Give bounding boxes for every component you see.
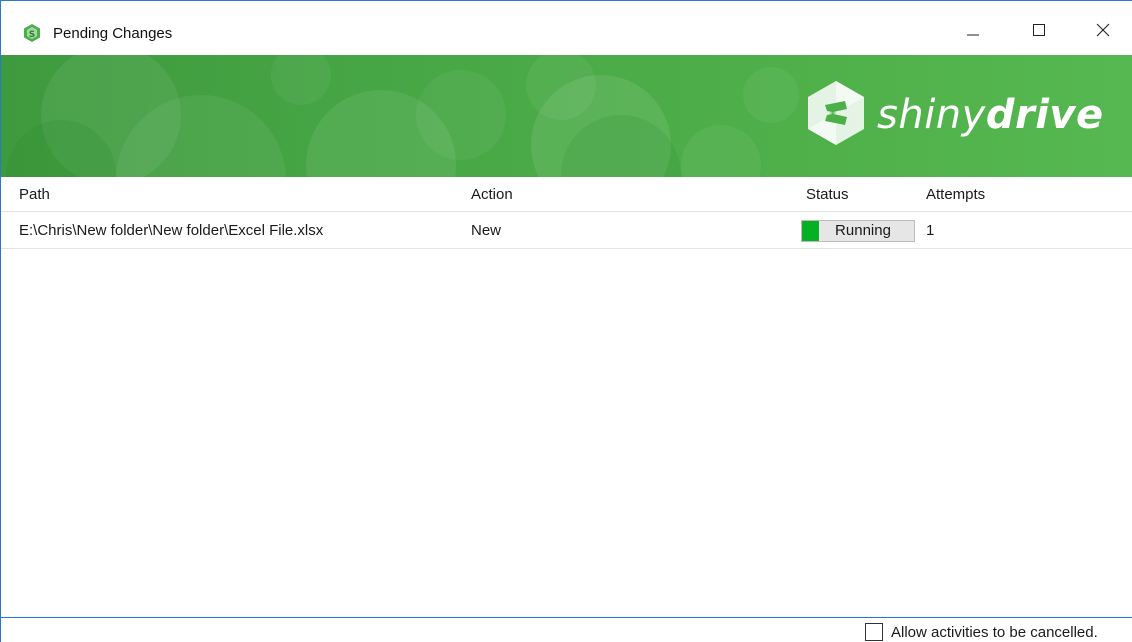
column-header-attempts[interactable]: Attempts [926,186,985,204]
brand-wordmark: shinydrive [877,93,1104,137]
cell-action: New [471,222,502,239]
footer-divider [1,617,1132,618]
shinydrive-logo-icon [805,79,867,147]
close-button[interactable] [1080,12,1126,52]
title-bar[interactable]: S Pending Changes [1,1,1132,55]
svg-text:S: S [29,30,35,40]
close-icon [1096,23,1110,41]
brand-banner: shinydrive [1,55,1132,177]
window-title: Pending Changes [53,25,173,42]
status-progress-bar: Running [801,220,915,242]
minimize-icon [966,23,980,41]
brand-wordmark-light: shiny [877,92,986,138]
status-label: Running [835,222,891,239]
shinydrive-app-icon: S [22,23,42,43]
allow-cancel-label[interactable]: Allow activities to be cancelled. [891,624,1098,642]
maximize-icon [1032,23,1046,41]
pending-changes-window: S Pending Changes shinydrive Path Action… [0,0,1132,642]
maximize-button[interactable] [1016,12,1062,52]
pending-changes-table: Path Action Status Attempts E:\Chris\New… [1,177,1132,617]
column-header-status[interactable]: Status [806,186,849,204]
brand-wordmark-bold: drive [985,92,1104,138]
table-header: Path Action Status Attempts [1,177,1132,212]
column-header-action[interactable]: Action [471,186,513,204]
allow-cancel-checkbox[interactable] [865,623,883,641]
table-row[interactable]: E:\Chris\New folder\New folder\Excel Fil… [1,213,1132,249]
cell-path: E:\Chris\New folder\New folder\Excel Fil… [19,222,324,239]
cell-attempts: 1 [926,222,935,239]
column-header-path[interactable]: Path [19,186,50,204]
minimize-button[interactable] [950,12,996,52]
